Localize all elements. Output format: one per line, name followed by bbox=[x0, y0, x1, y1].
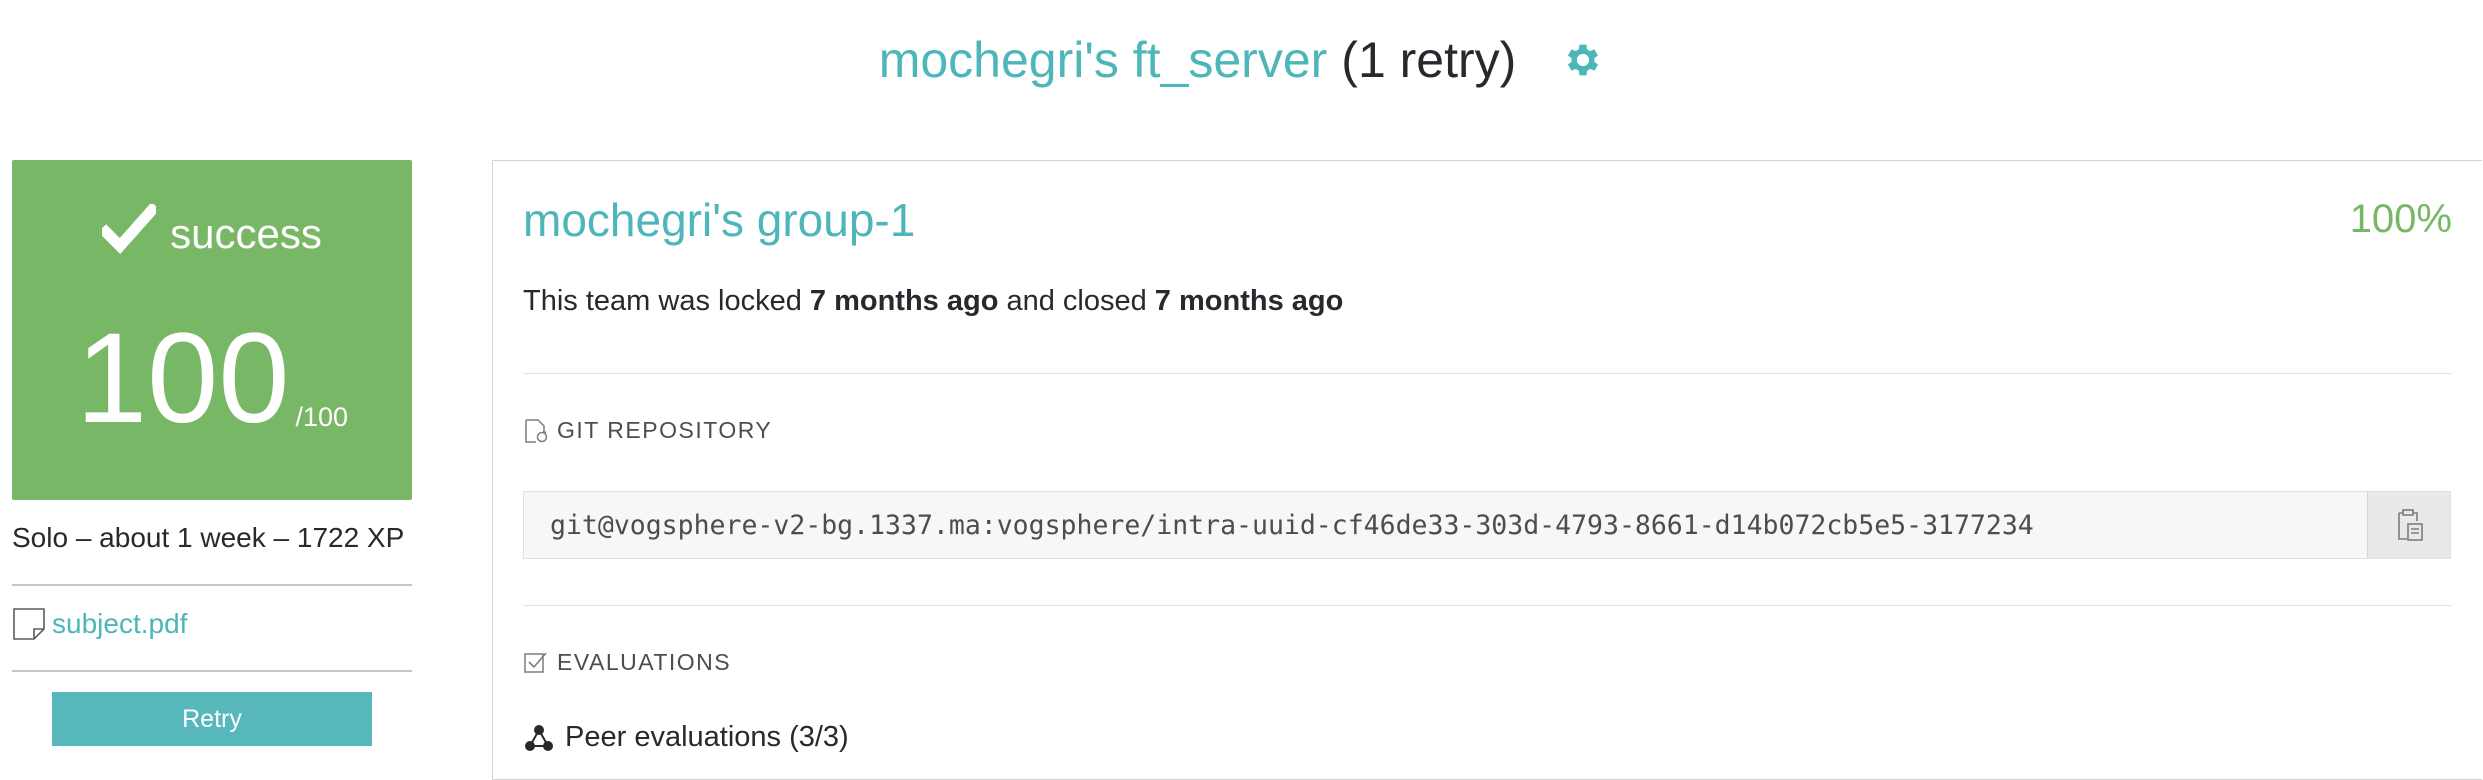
checkbox-icon bbox=[524, 651, 547, 673]
git-url-field[interactable]: git@vogsphere-v2-bg.1337.ma:vogsphere/in… bbox=[523, 491, 2451, 559]
divider bbox=[523, 605, 2452, 606]
divider bbox=[12, 584, 412, 586]
score-card: success 100 /100 bbox=[12, 160, 412, 500]
status-line: success bbox=[12, 204, 412, 258]
team-name[interactable]: mochegri's group-1 bbox=[523, 193, 915, 247]
status-text: success bbox=[170, 210, 322, 257]
header-title-group: mochegri's ft_server (1 retry) bbox=[879, 31, 1605, 89]
retry-button[interactable]: Retry bbox=[52, 692, 372, 746]
team-status: This team was locked 7 months ago and cl… bbox=[523, 285, 1343, 318]
git-repository-heading: GIT REPOSITORY bbox=[523, 417, 772, 444]
project-title[interactable]: mochegri's ft_server bbox=[879, 31, 1328, 89]
project-meta: Solo – about 1 week – 1722 XP bbox=[12, 522, 405, 553]
team-panel: mochegri's group-1 100% This team was lo… bbox=[492, 160, 2482, 780]
locked-time: 7 months ago bbox=[809, 285, 999, 317]
team-status-middle: and closed bbox=[998, 285, 1155, 317]
team-status-prefix: This team was locked bbox=[523, 285, 810, 317]
divider bbox=[12, 670, 412, 672]
git-repository-title: GIT REPOSITORY bbox=[557, 417, 773, 443]
team-percent: 100% bbox=[2349, 197, 2452, 241]
gear-icon[interactable] bbox=[1562, 39, 1604, 81]
checkmark-icon bbox=[102, 204, 157, 254]
score-line: 100 /100 bbox=[12, 315, 412, 443]
subject-link-label[interactable]: subject.pdf bbox=[52, 608, 187, 640]
retry-count: (1 retry) bbox=[1341, 32, 1517, 88]
subject-link[interactable]: subject.pdf bbox=[12, 607, 187, 641]
clipboard-icon bbox=[2398, 509, 2423, 541]
evaluations-heading: EVALUATIONS bbox=[523, 649, 731, 676]
divider bbox=[523, 373, 2452, 374]
peer-evaluations-label[interactable]: Peer evaluations (3/3) bbox=[565, 721, 849, 754]
repository-file-icon bbox=[525, 418, 548, 443]
git-url[interactable]: git@vogsphere-v2-bg.1337.ma:vogsphere/in… bbox=[524, 510, 2367, 541]
document-icon bbox=[13, 608, 45, 640]
peer-evaluations[interactable]: Peer evaluations (3/3) bbox=[523, 721, 849, 754]
peer-network-icon bbox=[525, 724, 553, 751]
evaluations-title: EVALUATIONS bbox=[557, 649, 732, 675]
score-value: 100 bbox=[75, 307, 290, 450]
page-header: mochegri's ft_server (1 retry) bbox=[0, 0, 2483, 120]
score-max: /100 bbox=[295, 402, 349, 432]
closed-time: 7 months ago bbox=[1154, 285, 1344, 317]
copy-button[interactable] bbox=[2367, 492, 2450, 558]
